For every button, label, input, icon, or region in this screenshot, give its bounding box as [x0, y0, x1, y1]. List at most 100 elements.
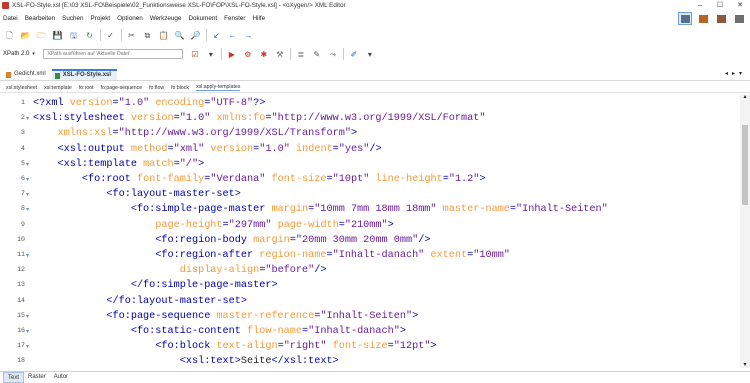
- forward-icon[interactable]: →: [243, 30, 254, 41]
- run-transformation-icon[interactable]: ▶: [226, 49, 237, 60]
- code-token: </fo:simple-page-master>: [130, 280, 278, 292]
- find-files-icon[interactable]: 🔎: [190, 30, 201, 41]
- fold-toggle-icon[interactable]: ▾: [26, 313, 29, 320]
- code-token: "297mm": [228, 219, 272, 231]
- paste-icon[interactable]: 📋: [158, 30, 169, 41]
- tab-author-mode[interactable]: Autor: [50, 372, 72, 383]
- line-number: 10: [17, 235, 25, 243]
- copy-icon[interactable]: ⧉: [142, 30, 153, 41]
- more-options-icon[interactable]: ▾: [364, 49, 375, 60]
- code-token: >: [412, 310, 419, 322]
- breadcrumb-item-current[interactable]: xsl:apply-templates: [195, 84, 241, 91]
- open-folder-icon[interactable]: 📂: [20, 30, 31, 41]
- window-controls: – ☐ ✕: [690, 0, 750, 11]
- xquery-debugger-perspective-icon[interactable]: [714, 12, 728, 25]
- code-token: "/": [179, 158, 199, 170]
- find-icon[interactable]: 🔍: [174, 30, 185, 41]
- spellcheck-icon[interactable]: ✓: [105, 30, 116, 41]
- line-number: 11: [17, 251, 25, 258]
- menu-optionen[interactable]: Optionen: [117, 15, 143, 22]
- breadcrumb-item[interactable]: fo:block: [171, 85, 189, 91]
- breadcrumb-item[interactable]: xsl:stylesheet: [6, 85, 37, 91]
- code-token: xmlns:fo: [216, 113, 266, 125]
- fold-toggle-icon[interactable]: ▾: [26, 252, 29, 259]
- xslt-debugger-perspective-icon[interactable]: [696, 12, 710, 25]
- code-token: "UTF-8": [210, 98, 254, 109]
- code-token: <fo:region-after: [155, 250, 260, 261]
- tab-navigation[interactable]: ◂▸▾: [725, 70, 746, 77]
- vertical-scrollbar[interactable]: ▴ ▾: [740, 93, 750, 368]
- breadcrumb-item[interactable]: fo:root: [79, 85, 94, 91]
- code-line: <xsl:template match="/">: [33, 158, 204, 171]
- debug-icon[interactable]: ✱: [258, 49, 269, 60]
- validate-icon[interactable]: ☑: [189, 49, 200, 60]
- menu-suchen[interactable]: Suchen: [62, 15, 83, 22]
- xslt-tools-icon[interactable]: ⚒: [274, 49, 285, 60]
- format-indent-icon[interactable]: ≣: [295, 49, 306, 60]
- menu-datei[interactable]: Datei: [3, 15, 18, 22]
- line-number: 8: [21, 205, 25, 213]
- code-editor[interactable]: 1 2 ▾ 3 4 5 ▾ 6 ▾ 7 ▾ 8 ▾ 9 10 11 ▾ 12 13 14 15 ▾ 16 ▾ 17 ▾ 18 <?x…: [0, 95, 740, 368]
- editor-perspective-icon[interactable]: [678, 12, 692, 25]
- fold-toggle-icon[interactable]: ▾: [26, 206, 29, 213]
- menu-fenster[interactable]: Fenster: [224, 15, 245, 22]
- tab-grid-mode[interactable]: Raster: [24, 372, 50, 383]
- code-token: flow-name: [247, 326, 303, 337]
- close-button[interactable]: ✕: [730, 0, 750, 11]
- code-line: <xsl:text>Seite</xsl:text>: [33, 355, 339, 368]
- scroll-up-arrow[interactable]: ▴: [740, 93, 750, 100]
- breadcrumb-item[interactable]: fo:flow: [149, 85, 164, 91]
- cut-icon[interactable]: ✂: [126, 30, 137, 41]
- breadcrumb-item[interactable]: fo:page-sequence: [101, 85, 143, 91]
- menu-dokument[interactable]: Dokument: [188, 15, 217, 22]
- code-token: "Inhalt-danach": [332, 250, 425, 261]
- reload-icon[interactable]: ↻: [84, 30, 95, 41]
- fold-toggle-icon[interactable]: ▾: [26, 328, 29, 335]
- maximize-button[interactable]: ☐: [710, 0, 730, 11]
- code-line: <xsl:output method="xml" version="1.0" i…: [33, 143, 381, 156]
- fold-toggle-icon[interactable]: ▾: [26, 161, 29, 168]
- menu-werkzeuge[interactable]: Werkzeuge: [150, 15, 182, 22]
- xpath-version-dropdown[interactable]: ▾: [32, 49, 41, 59]
- scrollbar-thumb[interactable]: [742, 125, 748, 205]
- xpath-version-label[interactable]: XPath 2.0: [3, 51, 29, 57]
- tab-xsl-fo-style[interactable]: XSL-FO-Style.xsl: [51, 69, 118, 80]
- database-perspective-icon[interactable]: [732, 12, 746, 25]
- new-file-icon[interactable]: 🗋: [4, 30, 15, 41]
- menu-bearbeiten[interactable]: Bearbeiten: [25, 15, 55, 22]
- toggle-comment-icon[interactable]: ✎: [311, 49, 322, 60]
- minimize-button[interactable]: –: [690, 0, 710, 11]
- xpath-toolbar: XPath 2.0 ▾ ☑ ▾ ▶ ⚙ ✱ ⚒ ≣ ✎ ⤳ ✐ ▾: [0, 47, 750, 61]
- refactoring-icon[interactable]: ⤳: [327, 49, 338, 60]
- tab-gedicht-xml[interactable]: Gedicht.xml: [3, 69, 52, 80]
- save-icon[interactable]: 💾: [52, 30, 63, 41]
- title-bar: XSL-FO-Style.xsl [E:\03 XSL-FO\Beispiele…: [0, 0, 750, 11]
- fold-toggle-icon[interactable]: ▾: [26, 343, 29, 350]
- back-icon[interactable]: ←: [227, 30, 238, 41]
- code-token: >: [430, 341, 437, 353]
- code-token: "12pt": [393, 341, 431, 353]
- configure-transformation-icon[interactable]: ⚙: [242, 49, 253, 60]
- menu-projekt[interactable]: Projekt: [91, 15, 111, 22]
- fold-toggle-icon[interactable]: ▾: [26, 115, 29, 122]
- menu-hilfe[interactable]: Hilfe: [253, 15, 266, 22]
- save-all-icon[interactable]: 🖫: [68, 30, 79, 41]
- validate-dropdown-icon[interactable]: ▾: [205, 49, 216, 60]
- line-number: 4: [21, 144, 25, 152]
- code-token: xmlns:xsl: [57, 128, 113, 140]
- back-to-last-edit-icon[interactable]: ↙: [211, 30, 222, 41]
- code-token: version: [69, 98, 113, 109]
- fold-toggle-icon[interactable]: ▾: [26, 176, 29, 183]
- xml-file-icon: [6, 71, 11, 78]
- code-token: <xsl:text>: [179, 356, 241, 368]
- line-number-gutter: 1 2 ▾ 3 4 5 ▾ 6 ▾ 7 ▾ 8 ▾ 9 10 11 ▾ 12 13 14 15 ▾ 16 ▾ 17 ▾ 18: [0, 95, 31, 368]
- scroll-down-arrow[interactable]: ▾: [740, 361, 750, 368]
- open-url-icon[interactable]: 🗁: [36, 30, 47, 41]
- breadcrumb-item[interactable]: xsl:template: [44, 85, 72, 91]
- tab-text-mode[interactable]: Text: [3, 372, 25, 383]
- xpath-input[interactable]: [43, 49, 184, 59]
- fold-toggle-icon[interactable]: ▾: [26, 191, 29, 198]
- edit-attributes-icon[interactable]: ✐: [348, 49, 359, 60]
